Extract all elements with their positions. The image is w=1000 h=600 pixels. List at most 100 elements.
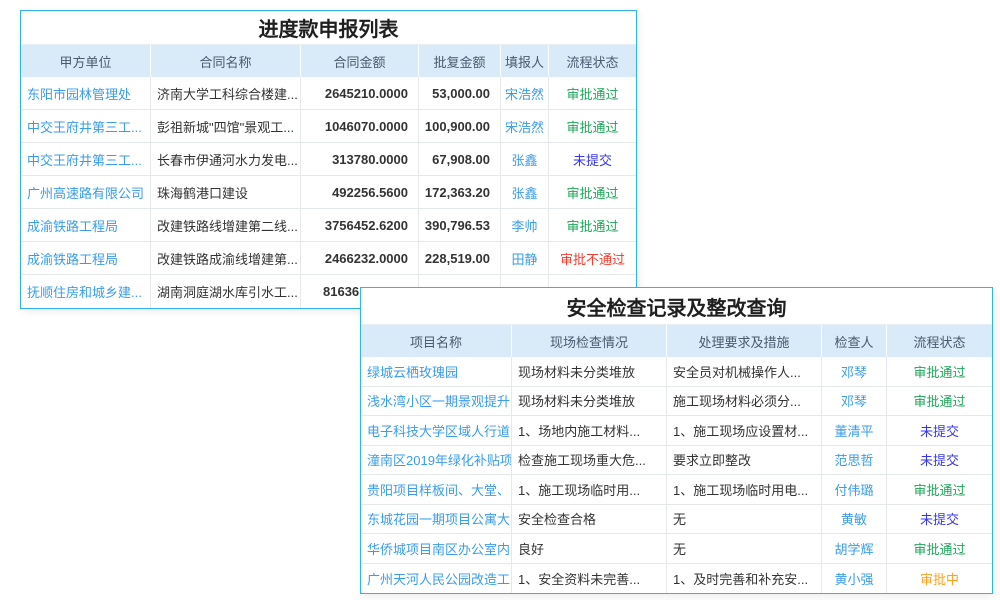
- cell-filler: 宋浩然: [501, 110, 549, 142]
- cell-status: 审批不通过: [549, 242, 636, 274]
- cell-project_name[interactable]: 东城花园一期项目公寓大: [361, 505, 512, 534]
- cell-measures: 无: [667, 505, 822, 534]
- cell-inspection: 安全检查合格: [512, 505, 667, 534]
- column-header-contract_name: 合同名称: [151, 45, 301, 77]
- cell-inspector: 黄敏: [822, 505, 887, 534]
- cell-inspector: 付伟璐: [822, 475, 887, 504]
- table-row: 绿城云栖玫瑰园现场材料未分类堆放安全员对机械操作人...邓琴审批通过: [361, 357, 992, 387]
- safety-inspection-table-title: 安全检查记录及整改查询: [361, 288, 992, 325]
- cell-status: 审批通过: [549, 110, 636, 142]
- table-row: 中交王府井第三工...彭祖新城"四馆"景观工...1046070.0000100…: [21, 110, 636, 143]
- cell-status: 审批通过: [549, 176, 636, 208]
- cell-approved_amount: 172,363.20: [419, 176, 501, 208]
- table-row: 东城花园一期项目公寓大安全检查合格无黄敏未提交: [361, 505, 992, 535]
- progress-payment-table-window: 进度款申报列表 甲方单位合同名称合同金额批复金额填报人流程状态 东阳市园林管理处…: [20, 10, 637, 309]
- cell-status: 未提交: [887, 416, 992, 445]
- cell-inspector: 邓琴: [822, 357, 887, 386]
- cell-inspection: 现场材料未分类堆放: [512, 387, 667, 416]
- cell-project_name[interactable]: 贵阳项目样板间、大堂、: [361, 475, 512, 504]
- cell-contract_amount: 1046070.0000: [301, 110, 419, 142]
- table-row: 成渝铁路工程局改建铁路成渝线增建第...2466232.0000228,519.…: [21, 242, 636, 275]
- cell-inspector: 董清平: [822, 416, 887, 445]
- column-header-approved_amount: 批复金额: [419, 45, 501, 77]
- cell-filler: 张鑫: [501, 176, 549, 208]
- cell-contract_name: 珠海鹤港口建设: [151, 176, 301, 208]
- cell-party_unit[interactable]: 东阳市园林管理处: [21, 77, 151, 109]
- page: 进度款申报列表 甲方单位合同名称合同金额批复金额填报人流程状态 东阳市园林管理处…: [0, 0, 1000, 600]
- cell-contract_name: 湖南洞庭湖水库引水工...: [151, 275, 301, 308]
- cell-status: 审批通过: [549, 77, 636, 109]
- cell-inspector: 邓琴: [822, 387, 887, 416]
- cell-project_name[interactable]: 电子科技大学区域人行道: [361, 416, 512, 445]
- cell-contract_amount: 492256.5600: [301, 176, 419, 208]
- cell-measures: 1、施工现场应设置材...: [667, 416, 822, 445]
- cell-contract_name: 改建铁路线增建第二线...: [151, 209, 301, 241]
- cell-approved_amount: 53,000.00: [419, 77, 501, 109]
- cell-filler: 宋浩然: [501, 77, 549, 109]
- cell-party_unit[interactable]: 中交王府井第三工...: [21, 143, 151, 175]
- column-header-contract_amount: 合同金额: [301, 45, 419, 77]
- cell-project_name[interactable]: 绿城云栖玫瑰园: [361, 357, 512, 386]
- table-row: 华侨城项目南区办公室内良好无胡学辉审批通过: [361, 534, 992, 564]
- cell-contract_amount: 3756452.6200: [301, 209, 419, 241]
- cell-contract_amount: 2645210.0000: [301, 77, 419, 109]
- column-header-inspector: 检查人: [822, 325, 887, 357]
- table-row: 广州高速路有限公司珠海鹤港口建设492256.5600172,363.20张鑫审…: [21, 176, 636, 209]
- cell-inspector: 黄小强: [822, 564, 887, 594]
- cell-status: 未提交: [549, 143, 636, 175]
- cell-status: 审批中: [887, 564, 992, 594]
- cell-contract_amount: 2466232.0000: [301, 242, 419, 274]
- cell-inspection: 良好: [512, 534, 667, 563]
- cell-project_name[interactable]: 华侨城项目南区办公室内: [361, 534, 512, 563]
- table-row: 潼南区2019年绿化补贴项检查施工现场重大危...要求立即整改范思哲未提交: [361, 446, 992, 476]
- column-header-status: 流程状态: [549, 45, 636, 77]
- cell-contract_name: 长春市伊通河水力发电...: [151, 143, 301, 175]
- cell-inspection: 1、场地内施工材料...: [512, 416, 667, 445]
- progress-payment-table-body: 东阳市园林管理处济南大学工科综合楼建...2645210.000053,000.…: [21, 77, 636, 308]
- cell-measures: 要求立即整改: [667, 446, 822, 475]
- cell-approved_amount: 228,519.00: [419, 242, 501, 274]
- cell-project_name[interactable]: 潼南区2019年绿化补贴项: [361, 446, 512, 475]
- table-row: 东阳市园林管理处济南大学工科综合楼建...2645210.000053,000.…: [21, 77, 636, 110]
- cell-party_unit[interactable]: 抚顺住房和城乡建...: [21, 275, 151, 308]
- cell-contract_name: 济南大学工科综合楼建...: [151, 77, 301, 109]
- safety-inspection-table-window: 安全检查记录及整改查询 项目名称现场检查情况处理要求及措施检查人流程状态 绿城云…: [360, 287, 993, 594]
- cell-approved_amount: 100,900.00: [419, 110, 501, 142]
- cell-contract_name: 彭祖新城"四馆"景观工...: [151, 110, 301, 142]
- table-row: 浅水湾小区一期景观提升现场材料未分类堆放施工现场材料必须分...邓琴审批通过: [361, 387, 992, 417]
- cell-status: 未提交: [887, 505, 992, 534]
- column-header-inspection: 现场检查情况: [512, 325, 667, 357]
- cell-measures: 1、施工现场临时用电...: [667, 475, 822, 504]
- column-header-project_name: 项目名称: [361, 325, 512, 357]
- cell-party_unit[interactable]: 中交王府井第三工...: [21, 110, 151, 142]
- cell-project_name[interactable]: 广州天河人民公园改造工: [361, 564, 512, 594]
- column-header-measures: 处理要求及措施: [667, 325, 822, 357]
- cell-contract_amount: 313780.0000: [301, 143, 419, 175]
- cell-party_unit[interactable]: 广州高速路有限公司: [21, 176, 151, 208]
- cell-status: 未提交: [887, 446, 992, 475]
- cell-inspector: 范思哲: [822, 446, 887, 475]
- column-header-filler: 填报人: [501, 45, 549, 77]
- cell-status: 审批通过: [887, 534, 992, 563]
- cell-measures: 1、及时完善和补充安...: [667, 564, 822, 594]
- table-row: 中交王府井第三工...长春市伊通河水力发电...313780.000067,90…: [21, 143, 636, 176]
- cell-measures: 无: [667, 534, 822, 563]
- table-row: 成渝铁路工程局改建铁路线增建第二线...3756452.6200390,796.…: [21, 209, 636, 242]
- cell-status: 审批通过: [549, 209, 636, 241]
- progress-payment-table-header: 甲方单位合同名称合同金额批复金额填报人流程状态: [21, 45, 636, 77]
- table-row: 广州天河人民公园改造工1、安全资料未完善...1、及时完善和补充安...黄小强审…: [361, 564, 992, 594]
- cell-party_unit[interactable]: 成渝铁路工程局: [21, 242, 151, 274]
- safety-inspection-table-header: 项目名称现场检查情况处理要求及措施检查人流程状态: [361, 325, 992, 357]
- safety-inspection-table-body: 绿城云栖玫瑰园现场材料未分类堆放安全员对机械操作人...邓琴审批通过浅水湾小区一…: [361, 357, 992, 593]
- column-header-party_unit: 甲方单位: [21, 45, 151, 77]
- cell-inspection: 1、安全资料未完善...: [512, 564, 667, 594]
- cell-contract_name: 改建铁路成渝线增建第...: [151, 242, 301, 274]
- cell-inspection: 检查施工现场重大危...: [512, 446, 667, 475]
- cell-approved_amount: 390,796.53: [419, 209, 501, 241]
- cell-party_unit[interactable]: 成渝铁路工程局: [21, 209, 151, 241]
- cell-project_name[interactable]: 浅水湾小区一期景观提升: [361, 387, 512, 416]
- cell-filler: 张鑫: [501, 143, 549, 175]
- cell-inspection: 现场材料未分类堆放: [512, 357, 667, 386]
- table-row: 电子科技大学区域人行道1、场地内施工材料...1、施工现场应设置材...董清平未…: [361, 416, 992, 446]
- cell-approved_amount: 67,908.00: [419, 143, 501, 175]
